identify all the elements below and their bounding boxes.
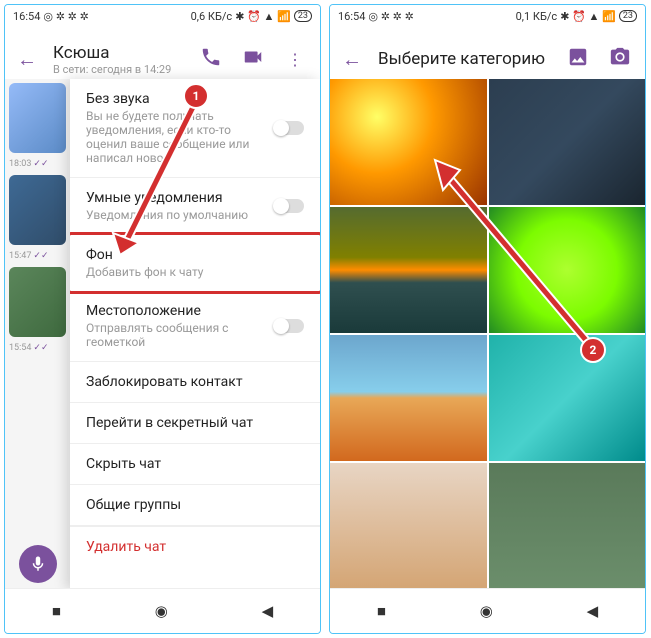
bg-option-storm[interactable] <box>489 79 646 205</box>
timestamp: 15:54 ✓✓ <box>5 341 70 355</box>
battery-icon: 23 <box>619 10 637 22</box>
bg-option-leaf[interactable] <box>489 207 646 333</box>
video-icon[interactable] <box>240 46 266 72</box>
camera-icon[interactable] <box>607 46 633 72</box>
step-badge-1: 1 <box>183 83 209 109</box>
item-title: Фон <box>86 247 304 263</box>
battery-icon: 23 <box>294 10 312 22</box>
bg-option-sand[interactable] <box>330 463 487 589</box>
bg-option-ocean[interactable] <box>489 335 646 461</box>
item-title: Местоположение <box>86 303 304 319</box>
settings-panel: Без звукаВы не будете получать уведомлен… <box>70 79 320 589</box>
status-time: 16:54 <box>13 10 40 23</box>
status-bar: 16:54 ◎ ✲ ✲ ✲ 0,6 КБ/с ✱ ⏰ ▲ 📶 23 <box>5 5 320 27</box>
status-time: 16:54 <box>338 10 365 23</box>
gallery-icon[interactable] <box>565 46 591 72</box>
sticker <box>9 83 66 153</box>
item-title: Скрыть чат <box>86 456 304 472</box>
sticker <box>9 267 66 337</box>
item-subtitle: Отправлять сообщения с геометкой <box>86 321 304 349</box>
step-badge-2: 2 <box>580 337 606 363</box>
timestamp: 15:47 ✓✓ <box>5 249 70 263</box>
bg-option-sunset[interactable] <box>330 207 487 333</box>
toggle[interactable] <box>274 319 304 333</box>
item-title: Заблокировать контакт <box>86 374 304 390</box>
setting-заблокировать-контакт[interactable]: Заблокировать контакт <box>70 362 320 403</box>
setting-умные-уведомления[interactable]: Умные уведомления Уведомления по умолчани… <box>70 178 320 235</box>
chat-strip: 18:03 ✓✓ 15:47 ✓✓ 15:54 ✓✓ <box>5 79 70 589</box>
nav-back[interactable]: ◀ <box>262 602 274 620</box>
sticker <box>9 175 66 245</box>
item-title: Удалить чат <box>86 539 304 555</box>
phone-right: 16:54 ◎ ✲ ✲ ✲ 0,1 КБ/с ✱ ⏰ ▲ 📶 23 ← Выбе… <box>329 4 646 634</box>
phone-left: 16:54 ◎ ✲ ✲ ✲ 0,6 КБ/с ✱ ⏰ ▲ 📶 23 ← Ксюш… <box>4 4 321 634</box>
nav-recent[interactable]: ■ <box>52 602 61 620</box>
nav-back[interactable]: ◀ <box>587 602 599 620</box>
setting-удалить-чат[interactable]: Удалить чат <box>70 526 320 567</box>
setting-общие-группы[interactable]: Общие группы <box>70 485 320 526</box>
item-subtitle: Вы не будете получать уведомления, если … <box>86 109 304 165</box>
setting-скрыть-чат[interactable]: Скрыть чат <box>70 444 320 485</box>
item-subtitle: Уведомления по умолчанию <box>86 208 304 222</box>
toggle[interactable] <box>274 121 304 135</box>
status-data: 0,1 КБ/с <box>516 10 558 23</box>
setting-местоположение[interactable]: Местоположение Отправлять сообщения с гео… <box>70 291 320 362</box>
nav-home[interactable]: ◉ <box>480 602 493 620</box>
back-icon[interactable]: ← <box>342 47 362 72</box>
nav-recent[interactable]: ■ <box>377 602 386 620</box>
toggle[interactable] <box>274 199 304 213</box>
item-title: Перейти в секретный чат <box>86 415 304 431</box>
status-bar: 16:54 ◎ ✲ ✲ ✲ 0,1 КБ/с ✱ ⏰ ▲ 📶 23 <box>330 5 645 27</box>
nav-bar: ■ ◉ ◀ <box>5 588 320 633</box>
last-seen: В сети: сегодня в 14:29 <box>53 63 182 76</box>
bg-option-green[interactable] <box>489 463 646 589</box>
item-subtitle: Добавить фон к чату <box>86 265 304 279</box>
setting-перейти-в-секретный-чат[interactable]: Перейти в секретный чат <box>70 403 320 444</box>
background-gallery <box>330 79 645 589</box>
item-title: Умные уведомления <box>86 190 304 206</box>
bg-option-desert[interactable] <box>330 335 487 461</box>
setting-фон[interactable]: Фон Добавить фон к чату <box>70 232 320 294</box>
bg-option-fire[interactable] <box>330 79 487 205</box>
status-data: 0,6 КБ/с <box>191 10 233 23</box>
mic-button[interactable] <box>19 545 57 583</box>
nav-home[interactable]: ◉ <box>155 602 168 620</box>
contact-name: Ксюша <box>53 43 182 63</box>
nav-bar: ■ ◉ ◀ <box>330 588 645 633</box>
back-icon[interactable]: ← <box>17 47 37 72</box>
call-icon[interactable] <box>198 46 224 72</box>
menu-icon[interactable]: ⋮ <box>282 50 308 69</box>
item-title: Общие группы <box>86 497 304 513</box>
page-title: Выберите категорию <box>378 49 549 69</box>
timestamp: 18:03 ✓✓ <box>5 157 70 171</box>
